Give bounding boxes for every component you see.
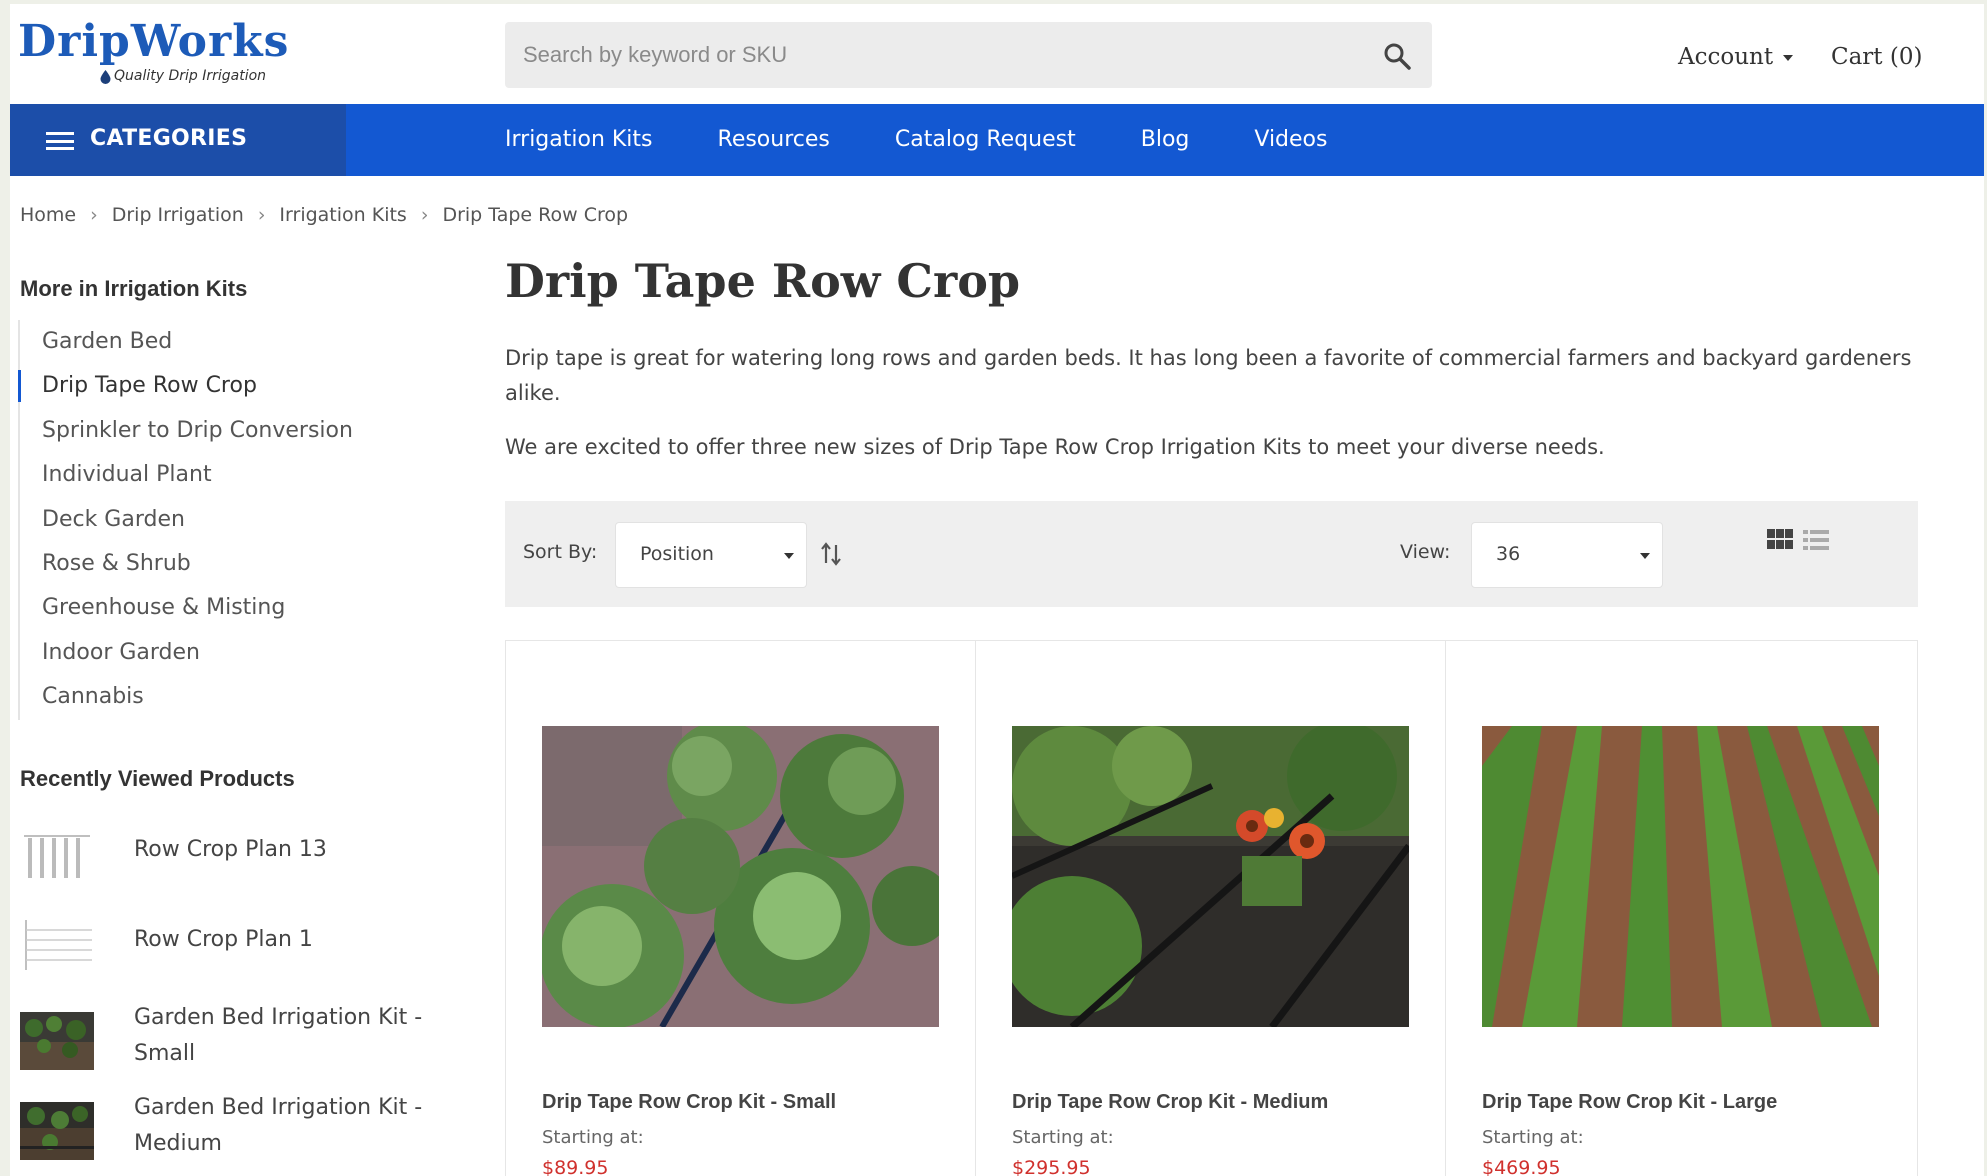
recent-thumb	[20, 1102, 94, 1160]
recent-item-name: Garden Bed Irrigation Kit - Small	[134, 1005, 423, 1066]
recent-item-name: Row Crop Plan 1	[134, 927, 313, 952]
product-image-flowers[interactable]	[1012, 726, 1409, 1027]
chevron-down-icon	[1640, 553, 1650, 559]
starting-at-label: Starting at:	[1482, 1127, 1584, 1148]
chevron-down-icon	[1783, 55, 1794, 61]
product-name[interactable]: Drip Tape Row Crop Kit - Small	[542, 1091, 836, 1114]
sort-select[interactable]: Position	[615, 522, 807, 588]
hamburger-icon	[46, 132, 74, 150]
category-description-2: We are excited to offer three new sizes …	[505, 435, 1605, 459]
cart-link[interactable]: Cart (0)	[1831, 44, 1922, 70]
nav-link-catalog-request[interactable]: Catalog Request	[895, 104, 1076, 176]
sidebar-item-drip-tape-row-crop[interactable]: Drip Tape Row Crop	[18, 364, 418, 408]
product-card[interactable]: Drip Tape Row Crop Kit - Small Starting …	[506, 641, 976, 1176]
chevron-right-icon: ›	[420, 204, 429, 226]
page-title: Drip Tape Row Crop	[505, 254, 1021, 308]
logo-wordmark: DripWorks	[18, 16, 290, 67]
account-label: Account	[1678, 44, 1774, 70]
product-price: $469.95	[1482, 1157, 1561, 1176]
product-card[interactable]: Drip Tape Row Crop Kit - Large Starting …	[1446, 641, 1916, 1176]
main-nav: CATEGORIES Irrigation Kits Resources Cat…	[10, 104, 1984, 176]
product-name[interactable]: Drip Tape Row Crop Kit - Medium	[1012, 1091, 1328, 1114]
breadcrumb-irrigation-kits[interactable]: Irrigation Kits	[279, 204, 406, 226]
product-price: $89.95	[542, 1157, 609, 1176]
chevron-right-icon: ›	[90, 204, 98, 226]
starting-at-label: Starting at:	[1012, 1127, 1114, 1148]
categories-label: CATEGORIES	[90, 126, 248, 151]
sort-toolbar: Sort By: Position View: 36	[505, 501, 1918, 607]
sidebar-item-rose-shrub[interactable]: Rose & Shrub	[20, 542, 418, 586]
sidebar-item-sprinkler-to-drip[interactable]: Sprinkler to Drip Conversion	[20, 409, 418, 453]
recent-thumb	[20, 916, 94, 974]
nav-link-videos[interactable]: Videos	[1254, 104, 1327, 176]
logo[interactable]: DripWorks Quality Drip Irrigation	[18, 16, 290, 90]
product-name[interactable]: Drip Tape Row Crop Kit - Large	[1482, 1091, 1777, 1114]
breadcrumb: Home › Drip Irrigation › Irrigation Kits…	[20, 204, 628, 226]
sort-value: Position	[640, 543, 714, 565]
breadcrumb-home[interactable]: Home	[20, 204, 76, 226]
product-price: $295.95	[1012, 1157, 1091, 1176]
more-in-heading: More in Irrigation Kits	[20, 276, 248, 301]
product-image-rows[interactable]	[1482, 726, 1879, 1027]
view-value: 36	[1496, 543, 1521, 565]
list-view-icon[interactable]	[1803, 529, 1829, 551]
search-icon[interactable]	[1382, 41, 1412, 71]
category-description: Drip tape is great for watering long row…	[505, 346, 1912, 405]
recent-thumb	[20, 1012, 94, 1070]
view-label: View:	[1400, 541, 1451, 563]
search-input[interactable]	[523, 22, 1343, 88]
nav-links: Irrigation Kits Resources Catalog Reques…	[505, 104, 1392, 176]
nav-link-blog[interactable]: Blog	[1141, 104, 1190, 176]
recent-thumb	[20, 826, 94, 884]
search-bar	[505, 22, 1432, 88]
sidebar-item-garden-bed[interactable]: Garden Bed	[20, 320, 418, 364]
grid-view-icon[interactable]	[1767, 529, 1793, 550]
product-grid: Drip Tape Row Crop Kit - Small Starting …	[505, 640, 1918, 1176]
sort-label: Sort By:	[523, 541, 598, 563]
chevron-down-icon	[784, 553, 794, 559]
recently-viewed-heading: Recently Viewed Products	[20, 766, 295, 791]
sidebar-item-deck-garden[interactable]: Deck Garden	[20, 498, 418, 542]
categories-button[interactable]: CATEGORIES	[10, 104, 346, 176]
category-list: Garden Bed Drip Tape Row Crop Sprinkler …	[18, 320, 418, 720]
sidebar-item-cannabis[interactable]: Cannabis	[20, 675, 418, 719]
nav-link-irrigation-kits[interactable]: Irrigation Kits	[505, 104, 653, 176]
chevron-right-icon: ›	[257, 204, 266, 226]
sort-direction-icon[interactable]	[821, 541, 843, 567]
recent-item-name: Row Crop Plan 13	[134, 837, 327, 862]
product-card[interactable]: Drip Tape Row Crop Kit - Medium Starting…	[976, 641, 1446, 1176]
recent-item-name: Garden Bed Irrigation Kit - Medium	[134, 1095, 423, 1156]
account-menu[interactable]: Account	[1678, 44, 1794, 70]
sidebar-item-individual-plant[interactable]: Individual Plant	[20, 453, 418, 497]
breadcrumb-drip-irrigation[interactable]: Drip Irrigation	[112, 204, 244, 226]
nav-link-resources[interactable]: Resources	[718, 104, 830, 176]
view-select[interactable]: 36	[1471, 522, 1663, 588]
logo-tagline: Quality Drip Irrigation	[114, 68, 267, 84]
water-drop-icon	[100, 70, 111, 84]
sidebar-item-indoor-garden[interactable]: Indoor Garden	[20, 631, 418, 675]
breadcrumb-current: Drip Tape Row Crop	[442, 204, 629, 226]
page: DripWorks Quality Drip Irrigation Accoun…	[10, 4, 1984, 1176]
sidebar-item-greenhouse-misting[interactable]: Greenhouse & Misting	[20, 586, 418, 630]
product-image-lettuce[interactable]	[542, 726, 939, 1027]
starting-at-label: Starting at:	[542, 1127, 644, 1148]
